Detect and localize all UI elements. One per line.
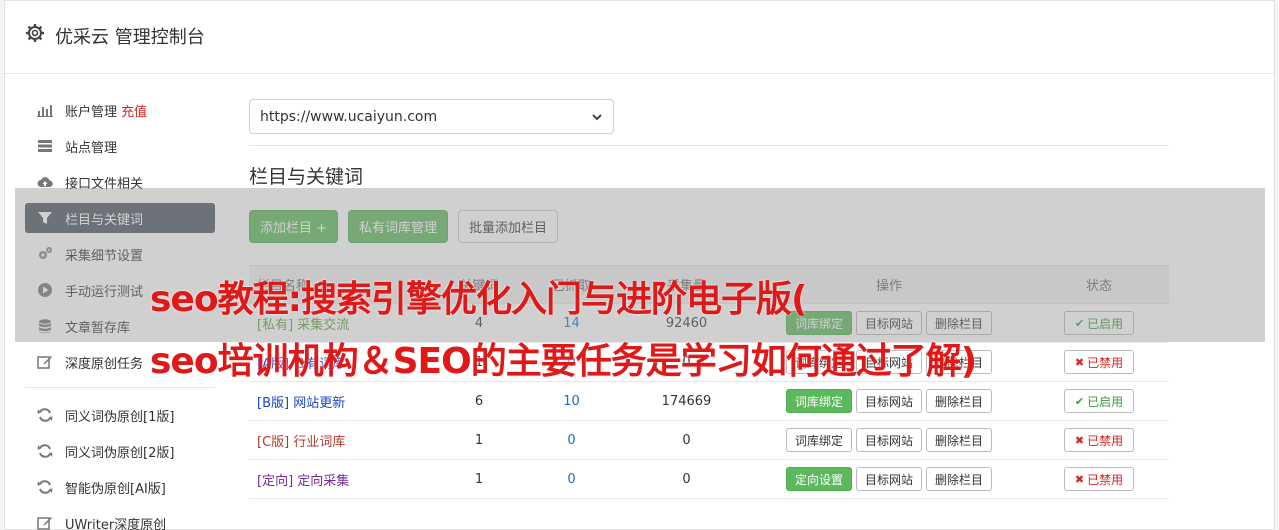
- cross-icon: ✖: [1074, 433, 1085, 447]
- delete-column-button[interactable]: 删除栏目: [926, 389, 993, 413]
- column-name: 行业词库: [293, 434, 346, 450]
- delete-column-button[interactable]: 删除栏目: [926, 428, 993, 452]
- status-toggle[interactable]: ✖ 已禁用: [1063, 467, 1135, 491]
- sidebar-item-ai-rewrite[interactable]: 智能伪原创[AI版]: [25, 472, 215, 502]
- refresh-icon: [37, 480, 53, 494]
- app-title: 优采云 管理控制台: [55, 27, 205, 48]
- status-toggle[interactable]: ✖ 已禁用: [1063, 350, 1135, 374]
- collected-count: 0: [624, 420, 749, 460]
- watermark-line-2: seo培训机构＆SEO的主要任务是学习如何通过了解): [150, 341, 977, 382]
- gear-icon[interactable]: [25, 23, 45, 43]
- cross-icon: ✖: [1074, 355, 1085, 369]
- site-select-value: https://www.ucaiyun.com: [260, 108, 438, 125]
- target-site-button[interactable]: 目标网站: [855, 389, 922, 413]
- divider: [249, 145, 1169, 146]
- collected-count: 174669: [624, 381, 749, 421]
- edit-icon: [37, 356, 52, 369]
- column-name: 定向采集: [297, 473, 350, 489]
- bind-button[interactable]: 定向设置: [785, 467, 852, 491]
- bind-button[interactable]: 词库绑定: [785, 389, 852, 413]
- status-label: 已禁用: [1087, 433, 1124, 448]
- status-toggle[interactable]: ✖ 已禁用: [1063, 428, 1135, 452]
- keyword-count: 1: [439, 420, 519, 460]
- watermark-line-1: seo教程:搜索引擎优化入门与进阶电子版(: [150, 279, 807, 320]
- sidebar-divider: [25, 387, 215, 388]
- status-cell: ✖ 已禁用: [1029, 420, 1169, 460]
- keyword-count: 1: [439, 459, 519, 499]
- site-select[interactable]: https://www.ucaiyun.com: [249, 99, 614, 134]
- sidebar-item-label: 同义词伪原创[2版]: [65, 445, 175, 461]
- recharge-link[interactable]: 充值: [121, 101, 147, 120]
- keyword-count: 6: [439, 381, 519, 421]
- operations-cell: 词库绑定 目标网站 删除栏目: [749, 381, 1029, 421]
- column-link[interactable]: [B版] 网站更新: [257, 396, 345, 411]
- cross-icon: ✖: [1074, 472, 1085, 486]
- status-cell: ✖ 已禁用: [1029, 342, 1169, 382]
- sidebar-item-label: 深度原创任务: [65, 356, 144, 372]
- sidebar-item-label: 账户管理: [65, 104, 118, 120]
- table-row: [定向] 定向采集 1 0 0 定向设置 目标网站 删除栏目 ✖ 已禁用: [249, 459, 1169, 499]
- refresh-icon: [37, 408, 53, 422]
- fetched-count[interactable]: 0: [519, 420, 624, 460]
- target-site-button[interactable]: 目标网站: [855, 467, 922, 491]
- column-tag: [B版]: [257, 395, 290, 411]
- chevron-down-icon: [592, 113, 602, 120]
- server-icon: [38, 140, 52, 152]
- section-title: 栏目与关键词: [249, 166, 364, 188]
- status-label: 已禁用: [1087, 472, 1124, 487]
- status-cell: ✔ 已启用: [1029, 381, 1169, 421]
- operations-cell: 词库绑定 目标网站 删除栏目: [749, 420, 1029, 460]
- edit-icon: [37, 517, 52, 530]
- top-bar: 优采云 管理控制台: [5, 1, 1274, 74]
- column-tag: [定向]: [257, 473, 294, 489]
- column-name: 网站更新: [293, 395, 346, 411]
- column-tag: [C版]: [257, 434, 290, 450]
- status-toggle[interactable]: ✔ 已启用: [1063, 389, 1135, 413]
- target-site-button[interactable]: 目标网站: [855, 428, 922, 452]
- sidebar-item-sites[interactable]: 站点管理: [25, 131, 215, 161]
- column-name-cell: [定向] 定向采集: [249, 459, 439, 499]
- column-name-cell: [B版] 网站更新: [249, 381, 439, 421]
- column-link[interactable]: [C版] 行业词库: [257, 435, 345, 450]
- sidebar-item-label: 同义词伪原创[1版]: [65, 409, 175, 425]
- column-name-cell: [C版] 行业词库: [249, 420, 439, 460]
- operations-cell: 定向设置 目标网站 删除栏目: [749, 459, 1029, 499]
- bind-button[interactable]: 词库绑定: [785, 428, 852, 452]
- table-row: [C版] 行业词库 1 0 0 词库绑定 目标网站 删除栏目 ✖ 已禁用: [249, 420, 1169, 460]
- sidebar-item-label: 智能伪原创[AI版]: [65, 481, 166, 497]
- sidebar-item-label: 站点管理: [65, 140, 118, 156]
- status-cell: ✖ 已禁用: [1029, 459, 1169, 499]
- sidebar-item-synonym-v2[interactable]: 同义词伪原创[2版]: [25, 436, 215, 466]
- refresh-icon: [37, 444, 53, 458]
- column-link[interactable]: [定向] 定向采集: [257, 474, 349, 489]
- fetched-count[interactable]: 10: [519, 381, 624, 421]
- bar-chart-icon: [37, 105, 53, 117]
- sidebar-item-label: UWriter深度原创: [65, 517, 167, 530]
- check-icon: ✔: [1074, 394, 1085, 408]
- status-label: 已启用: [1087, 394, 1124, 409]
- table-row: [B版] 网站更新 6 10 174669 词库绑定 目标网站 删除栏目 ✔ 已启用: [249, 381, 1169, 421]
- fetched-count[interactable]: 0: [519, 459, 624, 499]
- collected-count: 0: [624, 459, 749, 499]
- delete-column-button[interactable]: 删除栏目: [926, 467, 993, 491]
- sidebar-item-synonym-v1[interactable]: 同义词伪原创[1版]: [25, 400, 215, 430]
- sidebar-item-account[interactable]: 账户管理 充值: [25, 95, 215, 125]
- sidebar-item-uwriter[interactable]: UWriter深度原创: [25, 508, 215, 530]
- status-label: 已禁用: [1087, 355, 1124, 370]
